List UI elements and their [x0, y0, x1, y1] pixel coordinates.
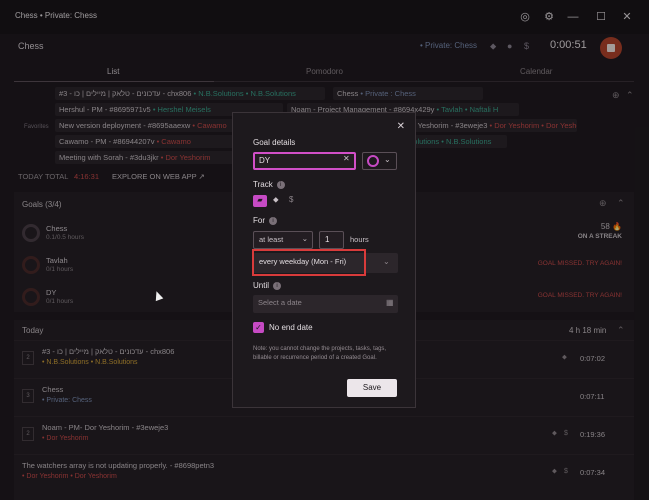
annotation-highlight [252, 249, 366, 276]
calendar-icon[interactable]: ▦ [386, 298, 394, 307]
no-end-date-label[interactable]: No end date [269, 323, 313, 332]
info-icon[interactable]: i [276, 180, 285, 189]
dollar-icon[interactable]: $ [289, 195, 293, 204]
target-icon [367, 155, 379, 167]
app-window: Chess • Private: Chess ◎ ⚙ — ☐ ✕ Chess •… [0, 0, 649, 500]
goal-color-picker[interactable]: ⌄ [362, 152, 397, 170]
amount-input[interactable]: 1 [319, 231, 344, 249]
chevron-down-icon: ⌄ [301, 234, 308, 243]
chevron-down-icon: ⌄ [383, 257, 390, 266]
clear-icon[interactable]: ✕ [343, 154, 350, 163]
no-end-date-checkbox[interactable]: ✓ [253, 322, 264, 333]
tag-icon[interactable]: ⬥ [273, 195, 279, 205]
for-label: For i [253, 216, 277, 225]
until-label: Until i [253, 281, 282, 290]
unit-label: hours [350, 235, 369, 244]
info-icon[interactable]: i [273, 281, 282, 290]
dialog-note: Note: you cannot change the projects, ta… [253, 346, 387, 361]
goal-name-input[interactable]: DY [253, 152, 356, 170]
chevron-down-icon: ⌄ [384, 155, 391, 164]
close-icon[interactable]: ✕ [397, 121, 405, 132]
folder-icon[interactable]: ▰ [253, 195, 267, 207]
track-label: Track i [253, 180, 285, 189]
save-button[interactable]: Save [347, 379, 397, 397]
operator-select[interactable]: at least ⌄ [253, 231, 313, 249]
operator-value: at least [259, 235, 284, 244]
date-input[interactable]: Select a date [253, 295, 398, 313]
dialog-heading: Goal details [253, 138, 296, 147]
info-icon[interactable]: i [269, 216, 277, 225]
